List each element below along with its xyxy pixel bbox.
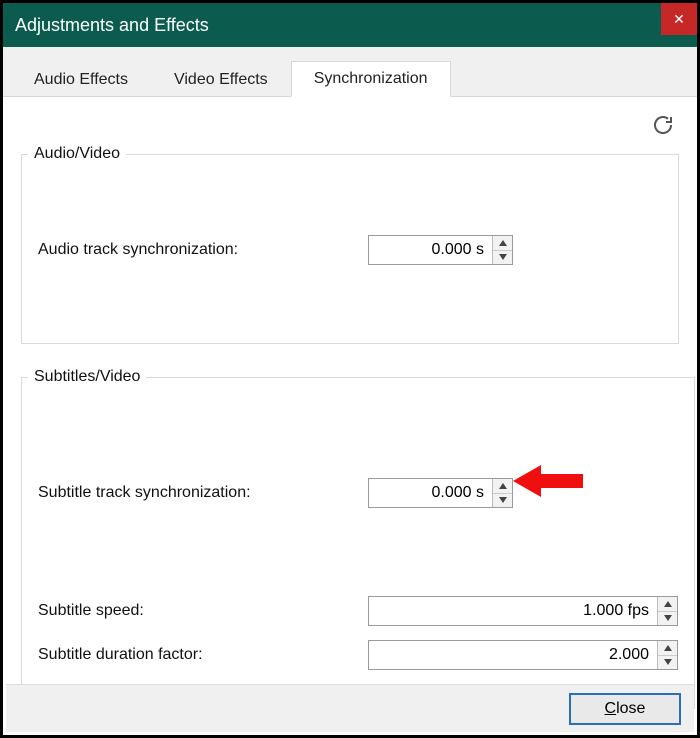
tab-synchronization[interactable]: Synchronization — [291, 61, 451, 97]
subtitle-speed-step-up[interactable] — [658, 597, 677, 612]
close-button[interactable]: Close — [570, 694, 680, 724]
audio-track-sync-label: Audio track synchronization: — [38, 241, 368, 259]
audio-track-sync-value: 0.000 s — [369, 236, 492, 264]
close-button-accel: C — [605, 700, 617, 718]
subtitle-track-sync-value: 0.000 s — [369, 479, 492, 507]
audio-track-sync-step-down[interactable] — [493, 251, 512, 265]
close-button-rest: lose — [616, 700, 645, 718]
window-close-button[interactable]: ✕ — [661, 3, 697, 35]
subtitle-speed-label: Subtitle speed: — [38, 602, 368, 620]
group-audio-video: Audio/Video Audio track synchronization:… — [21, 145, 679, 344]
subtitle-duration-factor-step-down[interactable] — [658, 656, 677, 670]
audio-track-sync-step-up[interactable] — [493, 236, 512, 251]
group-subtitles-video-legend: Subtitles/Video — [28, 368, 146, 386]
window-title: Adjustments and Effects — [15, 15, 209, 36]
group-audio-video-legend: Audio/Video — [28, 145, 126, 163]
subtitle-track-sync-step-down[interactable] — [493, 494, 512, 508]
close-icon: ✕ — [673, 11, 685, 28]
audio-track-sync-input[interactable]: 0.000 s — [368, 235, 513, 265]
dialog-footer: Close — [6, 684, 694, 732]
subtitle-speed-value: 1.000 fps — [369, 597, 657, 625]
subtitle-track-sync-input[interactable]: 0.000 s — [368, 478, 513, 508]
subtitle-duration-factor-label: Subtitle duration factor: — [38, 646, 368, 664]
tab-content-synchronization: Audio/Video Audio track synchronization:… — [3, 97, 697, 709]
subtitle-duration-factor-value: 2.000 — [369, 641, 657, 669]
tab-audio-effects[interactable]: Audio Effects — [11, 62, 151, 97]
subtitle-duration-factor-step-up[interactable] — [658, 641, 677, 656]
subtitle-speed-step-down[interactable] — [658, 612, 677, 626]
subtitle-speed-input[interactable]: 1.000 fps — [368, 596, 678, 626]
refresh-icon[interactable] — [651, 113, 675, 137]
subtitle-duration-factor-input[interactable]: 2.000 — [368, 640, 678, 670]
window-titlebar: Adjustments and Effects ✕ — [3, 3, 697, 47]
group-subtitles-video: Subtitles/Video Subtitle track synchroni… — [21, 368, 695, 709]
tab-video-effects[interactable]: Video Effects — [151, 62, 291, 97]
subtitle-track-sync-step-up[interactable] — [493, 479, 512, 494]
tab-bar: Audio Effects Video Effects Synchronizat… — [3, 47, 697, 97]
subtitle-track-sync-label: Subtitle track synchronization: — [38, 484, 368, 502]
